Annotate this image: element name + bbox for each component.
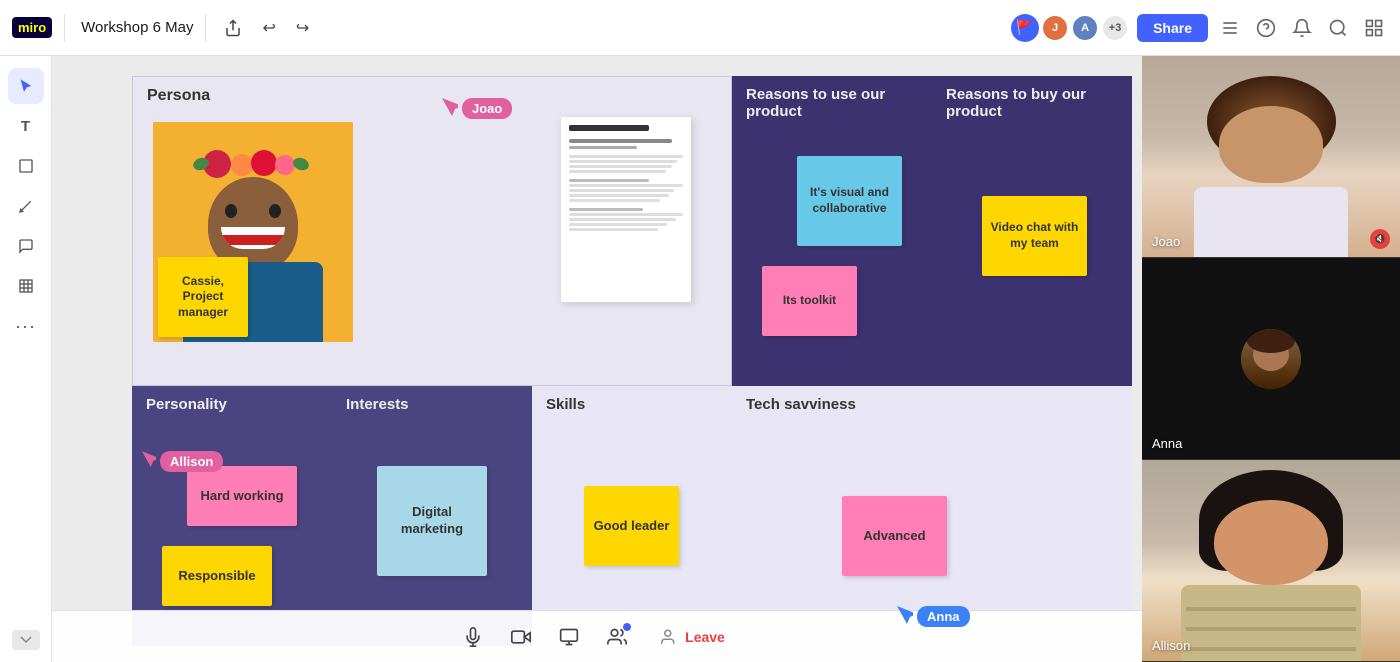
- tool-select[interactable]: [8, 68, 44, 104]
- topbar-right: 🚩 J A +3 Share: [1011, 14, 1388, 42]
- video-cell-anna: Anna: [1142, 258, 1400, 460]
- mic-button[interactable]: [457, 621, 489, 653]
- miro-logo: miro: [12, 17, 52, 38]
- section-interests-label: Interests: [332, 386, 532, 413]
- video-cell-joao: Joao 🔇: [1142, 56, 1400, 258]
- share-icon-btn[interactable]: [218, 15, 248, 41]
- tool-text[interactable]: T: [8, 108, 44, 144]
- avatar-flag: 🚩: [1011, 14, 1039, 42]
- section-reasons-buy-label: Reasons to buy our product: [932, 76, 1132, 120]
- leave-label: Leave: [685, 629, 725, 645]
- sticky-digital-marketing: Digital marketing: [377, 466, 487, 576]
- board: Persona: [132, 76, 1132, 646]
- tool-pen[interactable]: [8, 188, 44, 224]
- left-sidebar: T ···: [0, 56, 52, 662]
- bottom-bar: Leave: [52, 610, 1142, 662]
- redo-button[interactable]: ↪: [290, 14, 315, 42]
- camera-button[interactable]: [505, 621, 537, 653]
- cursor-allison: Allison: [142, 451, 223, 472]
- tool-sticky[interactable]: [8, 148, 44, 184]
- avatar-group: 🚩 J A +3: [1011, 14, 1129, 42]
- screen-share-button[interactable]: [553, 621, 585, 653]
- cursor-label-joao: Joao: [462, 98, 512, 119]
- topbar-divider2: [205, 14, 206, 42]
- section-skills-label: Skills: [532, 386, 732, 413]
- section-reasons-use-label: Reasons to use our product: [732, 76, 932, 120]
- notification-dot: [623, 623, 631, 631]
- apps-icon-btn[interactable]: [1360, 14, 1388, 42]
- avatar-joao: J: [1041, 14, 1069, 42]
- participants-button[interactable]: [601, 621, 633, 653]
- sticky-good-leader: Good leader: [584, 486, 679, 566]
- sticky-hard-working: Hard working: [187, 466, 297, 526]
- cursor-label-anna: Anna: [917, 606, 970, 627]
- help-icon-btn[interactable]: [1252, 14, 1280, 42]
- cursor-label-allison: Allison: [160, 451, 223, 472]
- video-mute-joao: 🔇: [1370, 229, 1390, 249]
- board-title: Workshop 6 May: [81, 19, 193, 36]
- sticky-toolkit: Its toolkit: [762, 266, 857, 336]
- section-skills: Skills Good leader: [532, 386, 732, 646]
- topbar: miro Workshop 6 May ↩ ↪ 🚩 J A +3 Share: [0, 0, 1400, 56]
- canvas[interactable]: Persona: [52, 56, 1142, 662]
- video-name-allison: Allison: [1152, 638, 1190, 653]
- tool-comment[interactable]: [8, 228, 44, 264]
- section-persona-label: Persona: [133, 77, 731, 105]
- sticky-responsible: Responsible: [162, 546, 272, 606]
- video-cell-allison: Allison: [1142, 460, 1400, 662]
- sticky-cassie: Cassie, Project manager: [158, 257, 248, 337]
- section-reasons-buy: Reasons to buy our product Video chat wi…: [932, 76, 1132, 386]
- section-persona: Persona: [132, 76, 732, 386]
- section-personality: Personality Hard working Responsible: [132, 386, 332, 646]
- cursor-joao: Joao: [442, 98, 512, 119]
- section-tech-label: Tech savviness: [732, 386, 1132, 413]
- search-icon-btn[interactable]: [1324, 14, 1352, 42]
- video-panel: Joao 🔇 Anna Allison: [1142, 56, 1400, 662]
- doc-card: [561, 117, 691, 302]
- sticky-visual: It's visual and collaborative: [797, 156, 902, 246]
- topbar-divider: [64, 14, 65, 42]
- video-name-anna: Anna: [1152, 436, 1182, 451]
- avatar-count: +3: [1101, 14, 1129, 42]
- video-name-joao: Joao: [1152, 234, 1180, 249]
- avatar-center-anna: [1241, 329, 1301, 389]
- leave-button[interactable]: Leave: [649, 622, 737, 652]
- section-personality-label: Personality: [132, 386, 332, 413]
- section-reasons-use: Reasons to use our product It's visual a…: [732, 76, 932, 386]
- settings-icon-btn[interactable]: [1216, 14, 1244, 42]
- sidebar-expand[interactable]: [12, 630, 40, 650]
- notifications-icon-btn[interactable]: [1288, 14, 1316, 42]
- undo-button[interactable]: ↩: [256, 14, 281, 42]
- section-interests: Interests Digital marketing: [332, 386, 532, 646]
- share-button[interactable]: Share: [1137, 14, 1208, 42]
- sticky-advanced: Advanced: [842, 496, 947, 576]
- avatar-user2: A: [1071, 14, 1099, 42]
- tool-more[interactable]: ···: [8, 308, 44, 344]
- tool-frame[interactable]: [8, 268, 44, 304]
- sticky-videochat: Video chat with my team: [982, 196, 1087, 276]
- cursor-anna: Anna: [897, 606, 970, 627]
